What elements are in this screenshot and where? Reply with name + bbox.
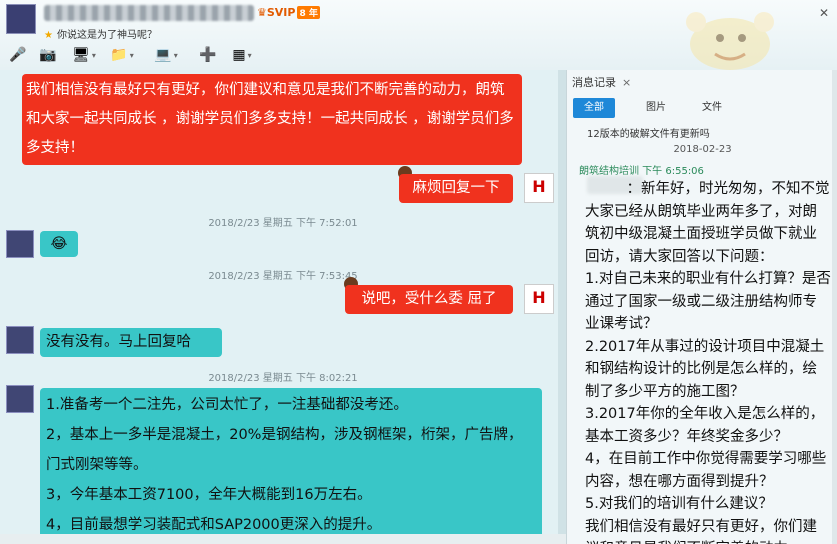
history-date: 2018-02-23 <box>673 144 732 155</box>
mascot-illustration <box>686 12 774 70</box>
close-icon[interactable]: × <box>622 76 631 89</box>
screen-share-icon[interactable]: 🖥 ▾ <box>70 44 98 66</box>
sender-logo-avatar[interactable]: H <box>524 173 554 203</box>
contact-name-blurred <box>44 5 254 21</box>
message-bubble-outgoing: 我们相信没有最好只有更好，你们建议和意见是我们不断完善的动力，朗筑和大家一起共同… <box>22 74 522 165</box>
message-line: 3，今年基本工资7100，全年大概能到16万左右。 <box>46 487 372 503</box>
vip-label: SVIP <box>266 6 296 19</box>
star-icon: ★ <box>44 30 53 41</box>
timestamp: 2018/2/23 星期五 下午 8:02:21 <box>208 373 358 384</box>
input-toolbar-strip <box>0 534 566 544</box>
message-line: 2，基本上一多半是混凝土，20%是钢结构，涉及钢框架，桁架，广告牌，门式刚架等等… <box>46 427 523 473</box>
filter-images[interactable]: 图片 <box>635 98 677 118</box>
sender-logo-avatar[interactable]: H <box>524 284 554 314</box>
crown-icon: ♛ <box>257 6 267 19</box>
message-bubble-outgoing: 说吧，受什么委 屈了 <box>345 285 513 314</box>
message-history-panel: 消息记录 × 全部 图片 文件 12版本的破解文件有更新吗 2018-02-23 … <box>566 70 837 544</box>
filter-all[interactable]: 全部 <box>573 98 615 118</box>
message-bubble-incoming: 1.准备考一个二注先，公司太忙了，一注基础都没考还。 2，基本上一多半是混凝土，… <box>40 388 542 542</box>
contact-signature: ★ 你说这是为了神马呢？ <box>44 26 157 41</box>
chat-header: ♛SVIP 8 年 ★ 你说这是为了神马呢？ 🎤 📷 🖥 ▾ 📁 ▾ 💻 ▾ ➕ ▦ ▾ ✕ <box>0 0 837 70</box>
filter-files[interactable]: 文件 <box>691 98 733 118</box>
folder-send-icon[interactable]: 📁 ▾ <box>108 44 136 66</box>
add-app-icon[interactable]: ➕ <box>194 44 222 66</box>
timestamp: 2018/2/23 星期五 下午 7:52:01 <box>208 218 358 229</box>
chat-area: 我们相信没有最好只有更好，你们建议和意见是我们不断完善的动力，朗筑和大家一起共同… <box>0 70 566 544</box>
history-message-body: ：新年好，时光匆匆，不知不觉大家已经从朗筑毕业两年多了，对朗筑初中级混凝土面授班… <box>585 181 831 544</box>
remote-desktop-icon[interactable]: 💻 ▾ <box>152 44 180 66</box>
history-message: 12版本的破解文件有更新吗 <box>587 129 710 140</box>
message-line: 1.准备考一个二注先，公司太忙了，一注基础都没考还。 <box>46 397 408 413</box>
contact-avatar[interactable] <box>6 4 36 34</box>
contact-avatar-small[interactable] <box>6 326 34 354</box>
timestamp: 2018/2/23 星期五 下午 7:53:45 <box>208 271 358 282</box>
contact-avatar-small[interactable] <box>6 230 34 258</box>
message-bubble-incoming: 没有没有。马上回复哈 <box>40 328 222 357</box>
emoji-bubble: 😂 <box>40 231 78 257</box>
tab-message-history[interactable]: 消息记录 × <box>572 74 631 90</box>
tab-label: 消息记录 <box>572 76 616 89</box>
contact-avatar-small[interactable] <box>6 385 34 413</box>
signature-text: 你说这是为了神马呢？ <box>56 30 157 41</box>
window-controls[interactable]: ✕ <box>819 6 829 20</box>
vip-badge: ♛SVIP 8 年 <box>257 6 320 19</box>
chat-scrollbar[interactable] <box>558 70 566 544</box>
apps-grid-icon[interactable]: ▦ ▾ <box>228 44 256 66</box>
history-sender: 朗筑结构培训 下午 6:55:06 <box>579 166 704 177</box>
video-camera-icon[interactable]: 📷 <box>34 44 62 66</box>
vip-years: 8 年 <box>297 6 320 19</box>
microphone-icon[interactable]: 🎤 <box>4 44 32 66</box>
message-bubble-outgoing: 麻烦回复一下 <box>399 174 513 203</box>
history-scrollbar[interactable] <box>832 70 837 544</box>
